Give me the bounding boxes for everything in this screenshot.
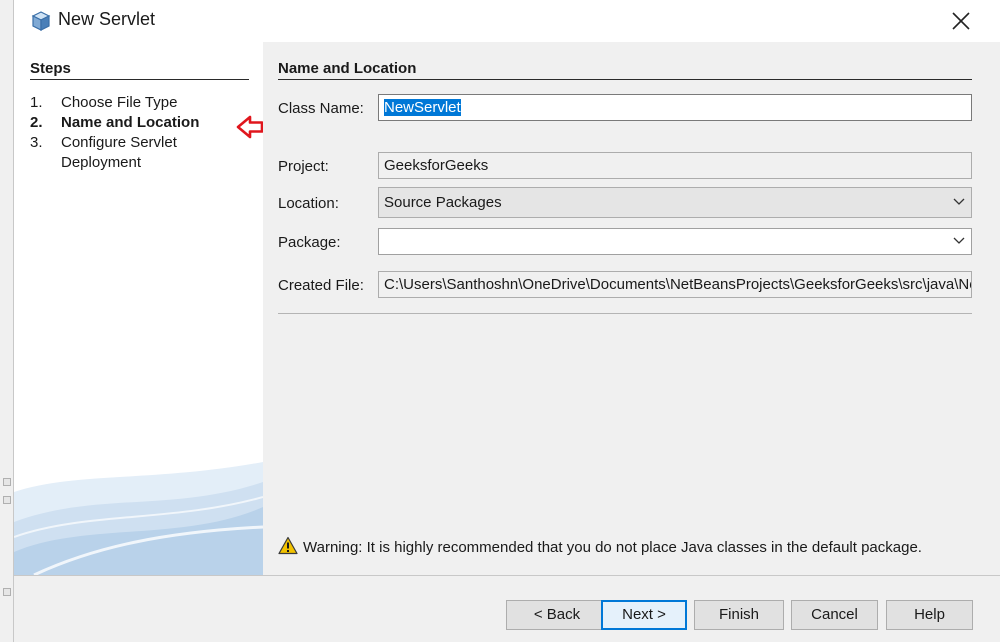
class-name-label: Class Name: [278, 100, 364, 117]
step-choose-file-type: 1. Choose File Type [30, 94, 177, 111]
created-file-label: Created File: [278, 277, 364, 294]
title-bar: New Servlet [14, 0, 1000, 42]
cancel-button[interactable]: Cancel [791, 600, 878, 630]
edge-marker [3, 478, 11, 486]
left-window-edge [0, 0, 14, 642]
step-label-continued: Deployment [61, 154, 142, 171]
step-number: 1. [30, 94, 43, 111]
back-button[interactable]: < Back [506, 600, 608, 630]
steps-title: Steps [30, 60, 249, 80]
step-label: Name and Location [61, 114, 200, 131]
button-bar: < Back Next > Finish Cancel Help [14, 575, 1000, 642]
project-value: GeeksforGeeks [384, 157, 489, 174]
warning-message: Warning: It is highly recommended that y… [303, 539, 922, 556]
content-panel: Name and Location Class Name: NewServlet… [263, 42, 1000, 575]
package-select[interactable] [378, 228, 972, 255]
step-number: 2. [30, 114, 43, 131]
next-button[interactable]: Next > [601, 600, 687, 630]
location-label: Location: [278, 195, 339, 212]
project-label: Project: [278, 158, 329, 175]
section-title: Name and Location [278, 60, 972, 80]
project-field: GeeksforGeeks [378, 152, 972, 179]
created-file-value: C:\Users\Santhoshn\OneDrive\Documents\Ne… [384, 276, 971, 293]
class-name-input[interactable]: NewServlet [378, 94, 972, 121]
class-name-value: NewServlet [384, 99, 461, 116]
chevron-down-icon [953, 198, 965, 205]
created-file-field: C:\Users\Santhoshn\OneDrive\Documents\Ne… [378, 271, 972, 298]
annotation-arrow-icon [236, 115, 263, 139]
window-title: New Servlet [58, 9, 156, 29]
location-value: Source Packages [384, 194, 502, 211]
cube-icon [31, 11, 51, 31]
finish-button[interactable]: Finish [694, 600, 784, 630]
edge-marker [3, 588, 11, 596]
location-select[interactable]: Source Packages [378, 187, 972, 218]
steps-panel: Steps 1. Choose File Type 2. Name and Loca… [14, 42, 263, 575]
close-icon[interactable] [948, 8, 974, 34]
form-divider [278, 313, 972, 314]
chevron-down-icon[interactable] [953, 237, 965, 245]
decorative-swoosh [14, 462, 263, 575]
package-label: Package: [278, 234, 341, 251]
warning-icon [278, 536, 298, 555]
step-configure-servlet-deployment: 3. Configure Servlet [30, 134, 177, 151]
step-label: Choose File Type [61, 94, 178, 111]
step-label: Configure Servlet [61, 134, 177, 151]
help-button[interactable]: Help [886, 600, 973, 630]
step-number: 3. [30, 134, 43, 151]
step-name-and-location: 2. Name and Location [30, 114, 199, 131]
edge-marker [3, 496, 11, 504]
